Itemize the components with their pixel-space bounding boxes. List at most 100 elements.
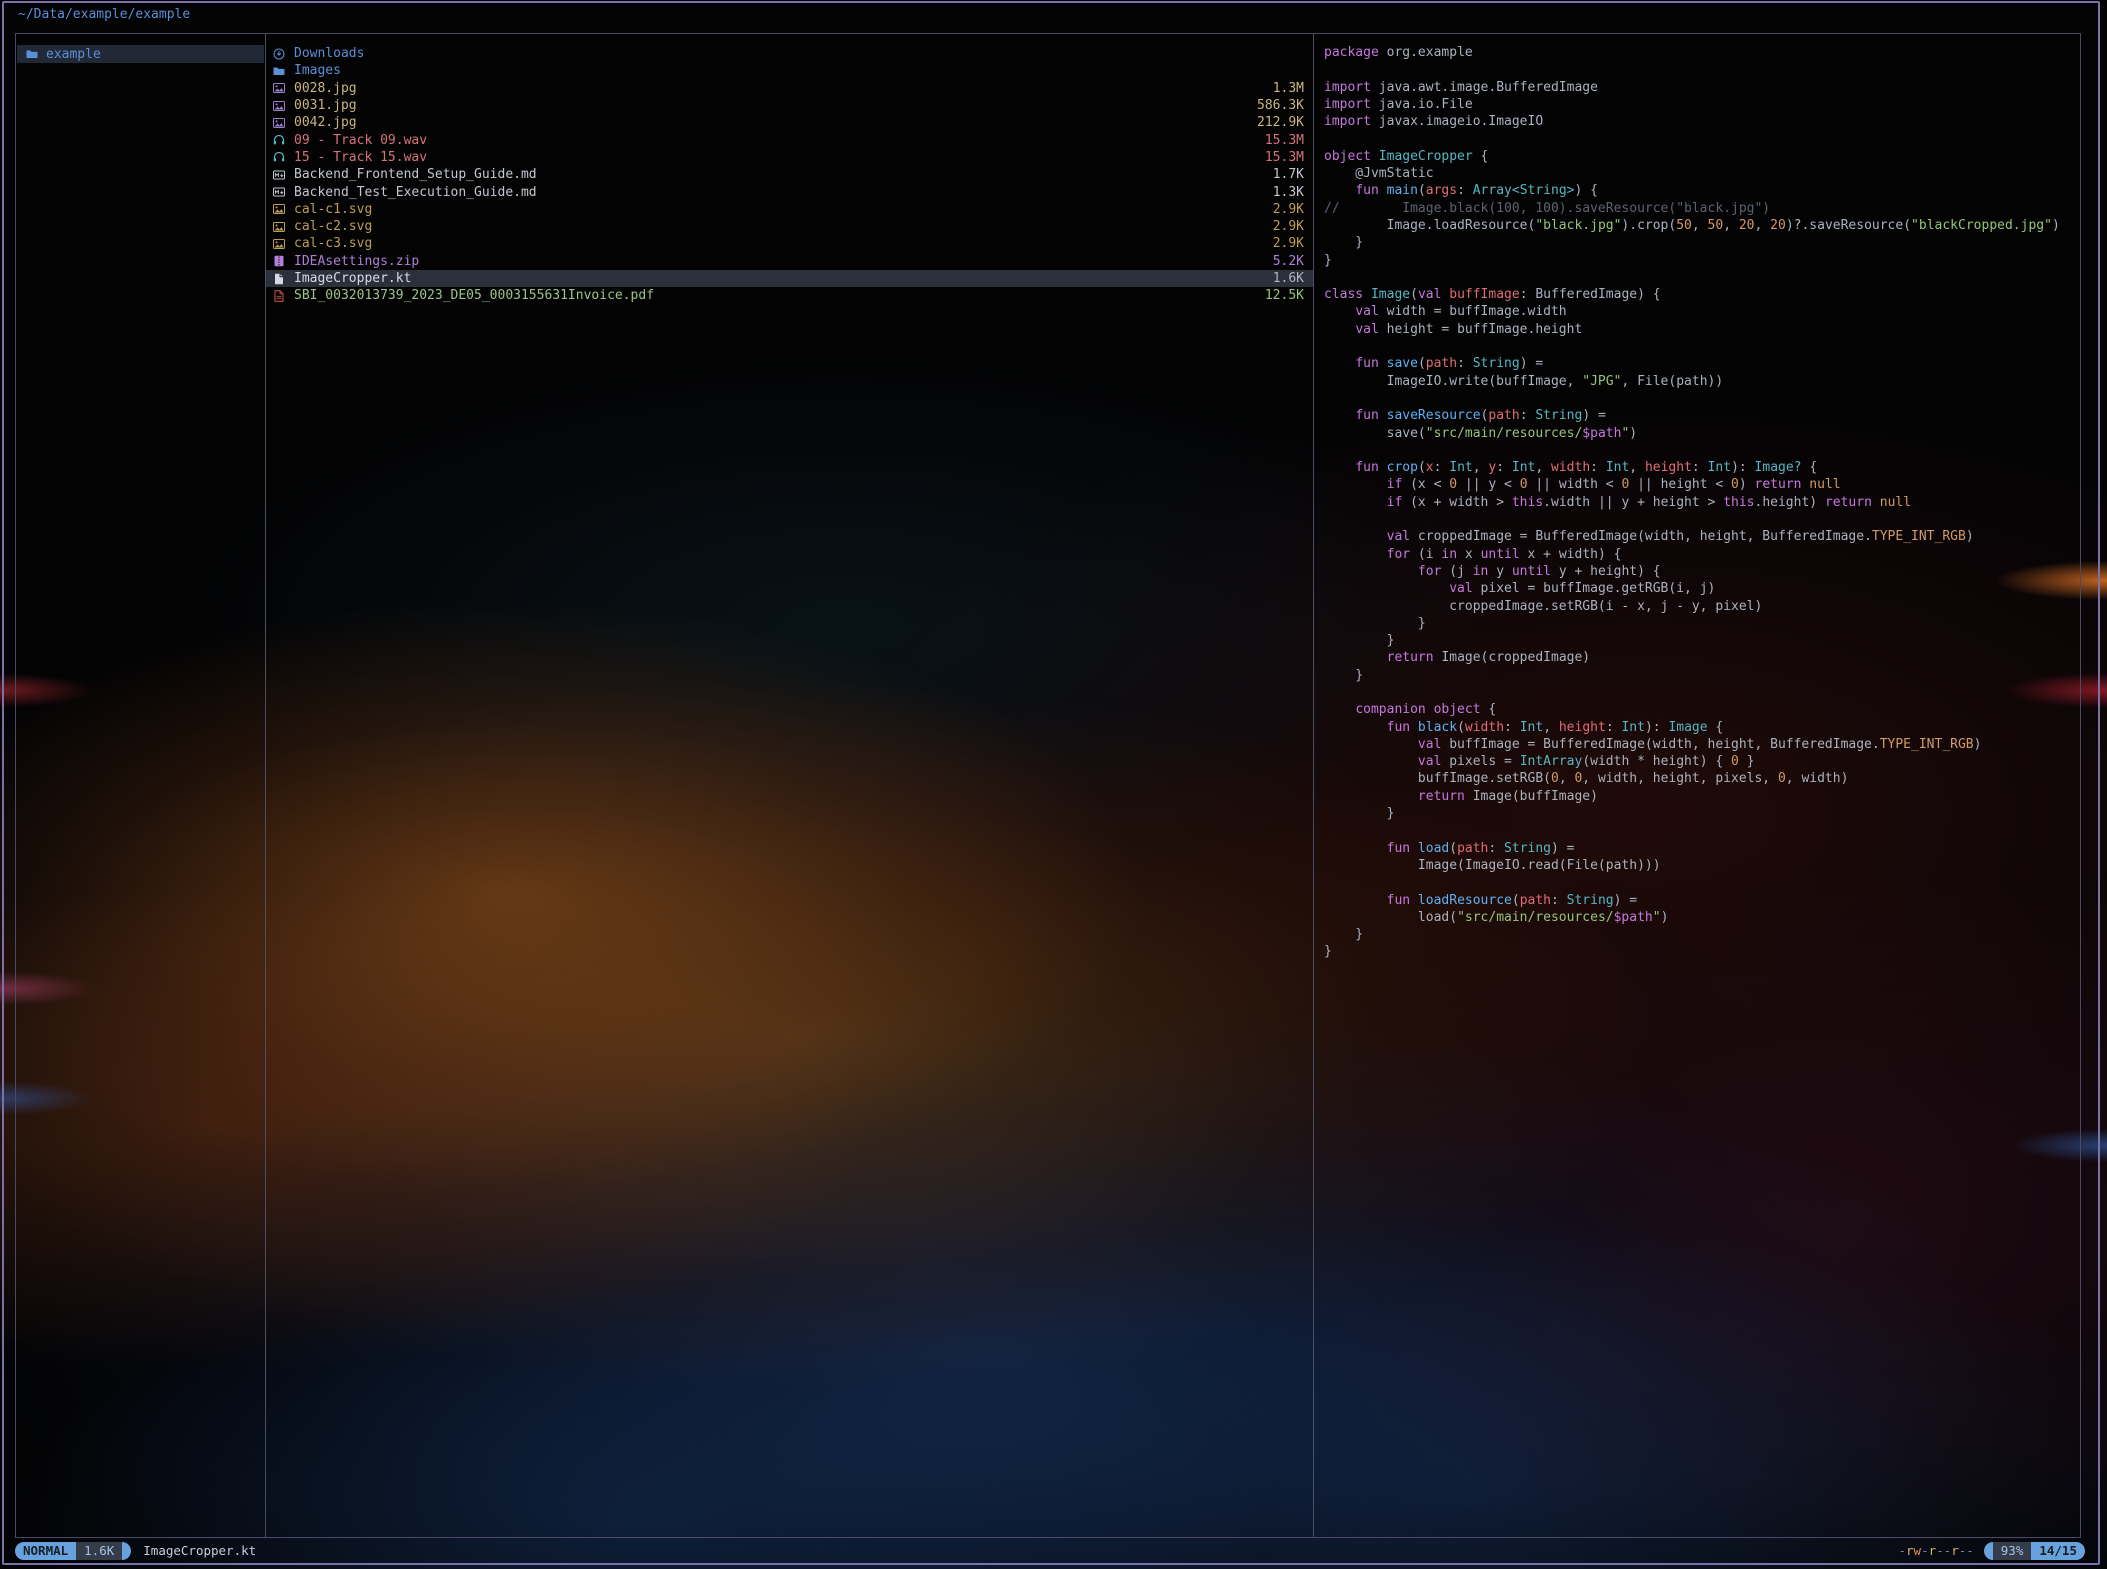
tree-item-label: example xyxy=(46,47,101,62)
code-line: for (i in x until x + width) { xyxy=(1324,547,2080,564)
mode-label: NORMAL xyxy=(15,1542,76,1560)
file-size: 586.3K xyxy=(1257,98,1304,113)
list-item[interactable]: 09 - Track 09.wav15.3M xyxy=(266,131,1313,148)
markdown-icon xyxy=(273,169,287,181)
mode-badge: NORMAL 1.6K xyxy=(15,1542,131,1560)
file-list-pane[interactable]: DownloadsImages 0028.jpg 1.3M 0031.jpg 586.3… xyxy=(266,34,1313,1537)
file-size: 2.9K xyxy=(1273,236,1304,251)
file-size: 5.2K xyxy=(1273,254,1304,269)
code-line: fun saveResource(path: String) = xyxy=(1324,408,2080,425)
code-line: if (x + width > this.width || y + height… xyxy=(1324,495,2080,512)
list-item[interactable]: cal-c1.svg2.9K xyxy=(266,201,1313,218)
list-item[interactable]: cal-c2.svg 2.9K xyxy=(266,218,1313,235)
file-name: SBI_0032013739_2023_DE05_0003155631Invoi… xyxy=(294,288,1253,303)
code-line: return Image(croppedImage) xyxy=(1324,650,2080,667)
svg-image-icon xyxy=(273,238,287,250)
status-bar: NORMAL 1.6K ImageCropper.kt -rw-r--r-- 9… xyxy=(15,1541,2085,1560)
code-line: } xyxy=(1324,927,2080,944)
file-size: 212.9K xyxy=(1257,115,1304,130)
archive-icon xyxy=(273,255,287,267)
code-line: fun crop(x: Int, y: Int, width: Int, hei… xyxy=(1324,460,2080,477)
file-name: Backend_Frontend_Setup_Guide.md xyxy=(294,167,1261,182)
svg-image-icon xyxy=(273,203,287,215)
file-size: 2.9K xyxy=(1273,202,1304,217)
code-line: croppedImage.setRGB(i - x, j - y, pixel) xyxy=(1324,599,2080,616)
code-line: } xyxy=(1324,235,2080,252)
code-line: for (j in y until y + height) { xyxy=(1324,564,2080,581)
status-file-name: ImageCropper.kt xyxy=(143,1543,256,1558)
code-line xyxy=(1324,512,2080,529)
list-item[interactable]: 15 - Track 15.wav15.3M xyxy=(266,149,1313,166)
badge-cap-icon xyxy=(122,1542,131,1560)
file-name: Downloads xyxy=(294,46,1292,61)
image-icon xyxy=(273,82,287,94)
audio-icon xyxy=(273,151,287,163)
code-line: object ImageCropper { xyxy=(1324,149,2080,166)
code-line: // Image.black(100, 100).saveResource("b… xyxy=(1324,201,2080,218)
code-line: val buffImage = BufferedImage(width, hei… xyxy=(1324,737,2080,754)
code-line: val pixel = buffImage.getRGB(i, j) xyxy=(1324,581,2080,598)
file-permissions: -rw-r--r-- xyxy=(1898,1543,1973,1558)
status-right: -rw-r--r-- 93% 14/15 xyxy=(1898,1542,2085,1560)
code-line: class Image(val buffImage: BufferedImage… xyxy=(1324,287,2080,304)
code-line xyxy=(1324,62,2080,79)
code-line: companion object { xyxy=(1324,702,2080,719)
code-line: @JvmStatic xyxy=(1324,166,2080,183)
list-item[interactable]: Backend_Frontend_Setup_Guide.md 1.7K xyxy=(266,166,1313,183)
code-line: } xyxy=(1324,944,2080,961)
file-name: 09 - Track 09.wav xyxy=(294,133,1253,148)
code-line: import java.awt.image.BufferedImage xyxy=(1324,80,2080,97)
list-item[interactable]: Images xyxy=(266,62,1313,79)
file-size: 1.7K xyxy=(1273,167,1304,182)
file-size: 2.9K xyxy=(1273,219,1304,234)
file-name: 0031.jpg xyxy=(294,98,1245,113)
image-icon xyxy=(273,117,287,129)
file-name: 0042.jpg xyxy=(294,115,1245,130)
code-line: fun save(path: String) = xyxy=(1324,356,2080,373)
list-item[interactable]: 0028.jpg 1.3M xyxy=(266,80,1313,97)
image-icon xyxy=(273,100,287,112)
code-line: val height = buffImage.height xyxy=(1324,322,2080,339)
code-line xyxy=(1324,875,2080,892)
file-name: ImageCropper.kt xyxy=(294,271,1261,286)
tree-item-example[interactable]: example xyxy=(17,45,264,63)
code-line: package org.example xyxy=(1324,45,2080,62)
code-line: fun main(args: Array<String>) { xyxy=(1324,183,2080,200)
list-item[interactable]: ImageCropper.kt1.6K xyxy=(266,270,1313,287)
current-path: ~/Data/example/example xyxy=(18,7,190,22)
code-line: buffImage.setRGB(0, 0, width, height, pi… xyxy=(1324,771,2080,788)
folder-download-icon xyxy=(273,48,287,60)
code-line: load("src/main/resources/$path") xyxy=(1324,910,2080,927)
list-item[interactable]: IDEAsettings.zip5.2K xyxy=(266,253,1313,270)
code-line: fun loadResource(path: String) = xyxy=(1324,893,2080,910)
file-size: 1.3M xyxy=(1273,81,1304,96)
badge-cap-icon xyxy=(1984,1542,1993,1560)
code-line: } xyxy=(1324,668,2080,685)
list-item[interactable]: SBI_0032013739_2023_DE05_0003155631Invoi… xyxy=(266,287,1313,304)
code-line: val width = buffImage.width xyxy=(1324,304,2080,321)
code-line xyxy=(1324,685,2080,702)
file-name: cal-c2.svg xyxy=(294,219,1261,234)
folder-icon xyxy=(26,48,38,60)
file-name: 0028.jpg xyxy=(294,81,1261,96)
code-line xyxy=(1324,443,2080,460)
code-line xyxy=(1324,270,2080,287)
code-line: fun load(path: String) = xyxy=(1324,841,2080,858)
code-line: val pixels = IntArray(width * height) { … xyxy=(1324,754,2080,771)
code-line xyxy=(1324,131,2080,148)
list-item[interactable]: Downloads xyxy=(266,45,1313,62)
code-line xyxy=(1324,339,2080,356)
code-line: } xyxy=(1324,253,2080,270)
file-preview-pane[interactable]: package org.example import java.awt.imag… xyxy=(1314,34,2080,1537)
list-item[interactable]: Backend_Test_Execution_Guide.md1.3K xyxy=(266,183,1313,200)
file-icon xyxy=(273,273,287,285)
code-line: if (x < 0 || y < 0 || width < 0 || heigh… xyxy=(1324,477,2080,494)
code-line xyxy=(1324,823,2080,840)
list-item[interactable]: 0031.jpg 586.3K xyxy=(266,97,1313,114)
list-item[interactable]: 0042.jpg 212.9K xyxy=(266,114,1313,131)
yazi-panes: example DownloadsImages0028.jpg1.3M0031.… xyxy=(15,33,2081,1538)
scroll-percent: 93% xyxy=(1993,1542,2032,1560)
pdf-icon xyxy=(273,290,287,302)
list-item[interactable]: cal-c3.svg2.9K xyxy=(266,235,1313,252)
code-line: import java.io.File xyxy=(1324,97,2080,114)
